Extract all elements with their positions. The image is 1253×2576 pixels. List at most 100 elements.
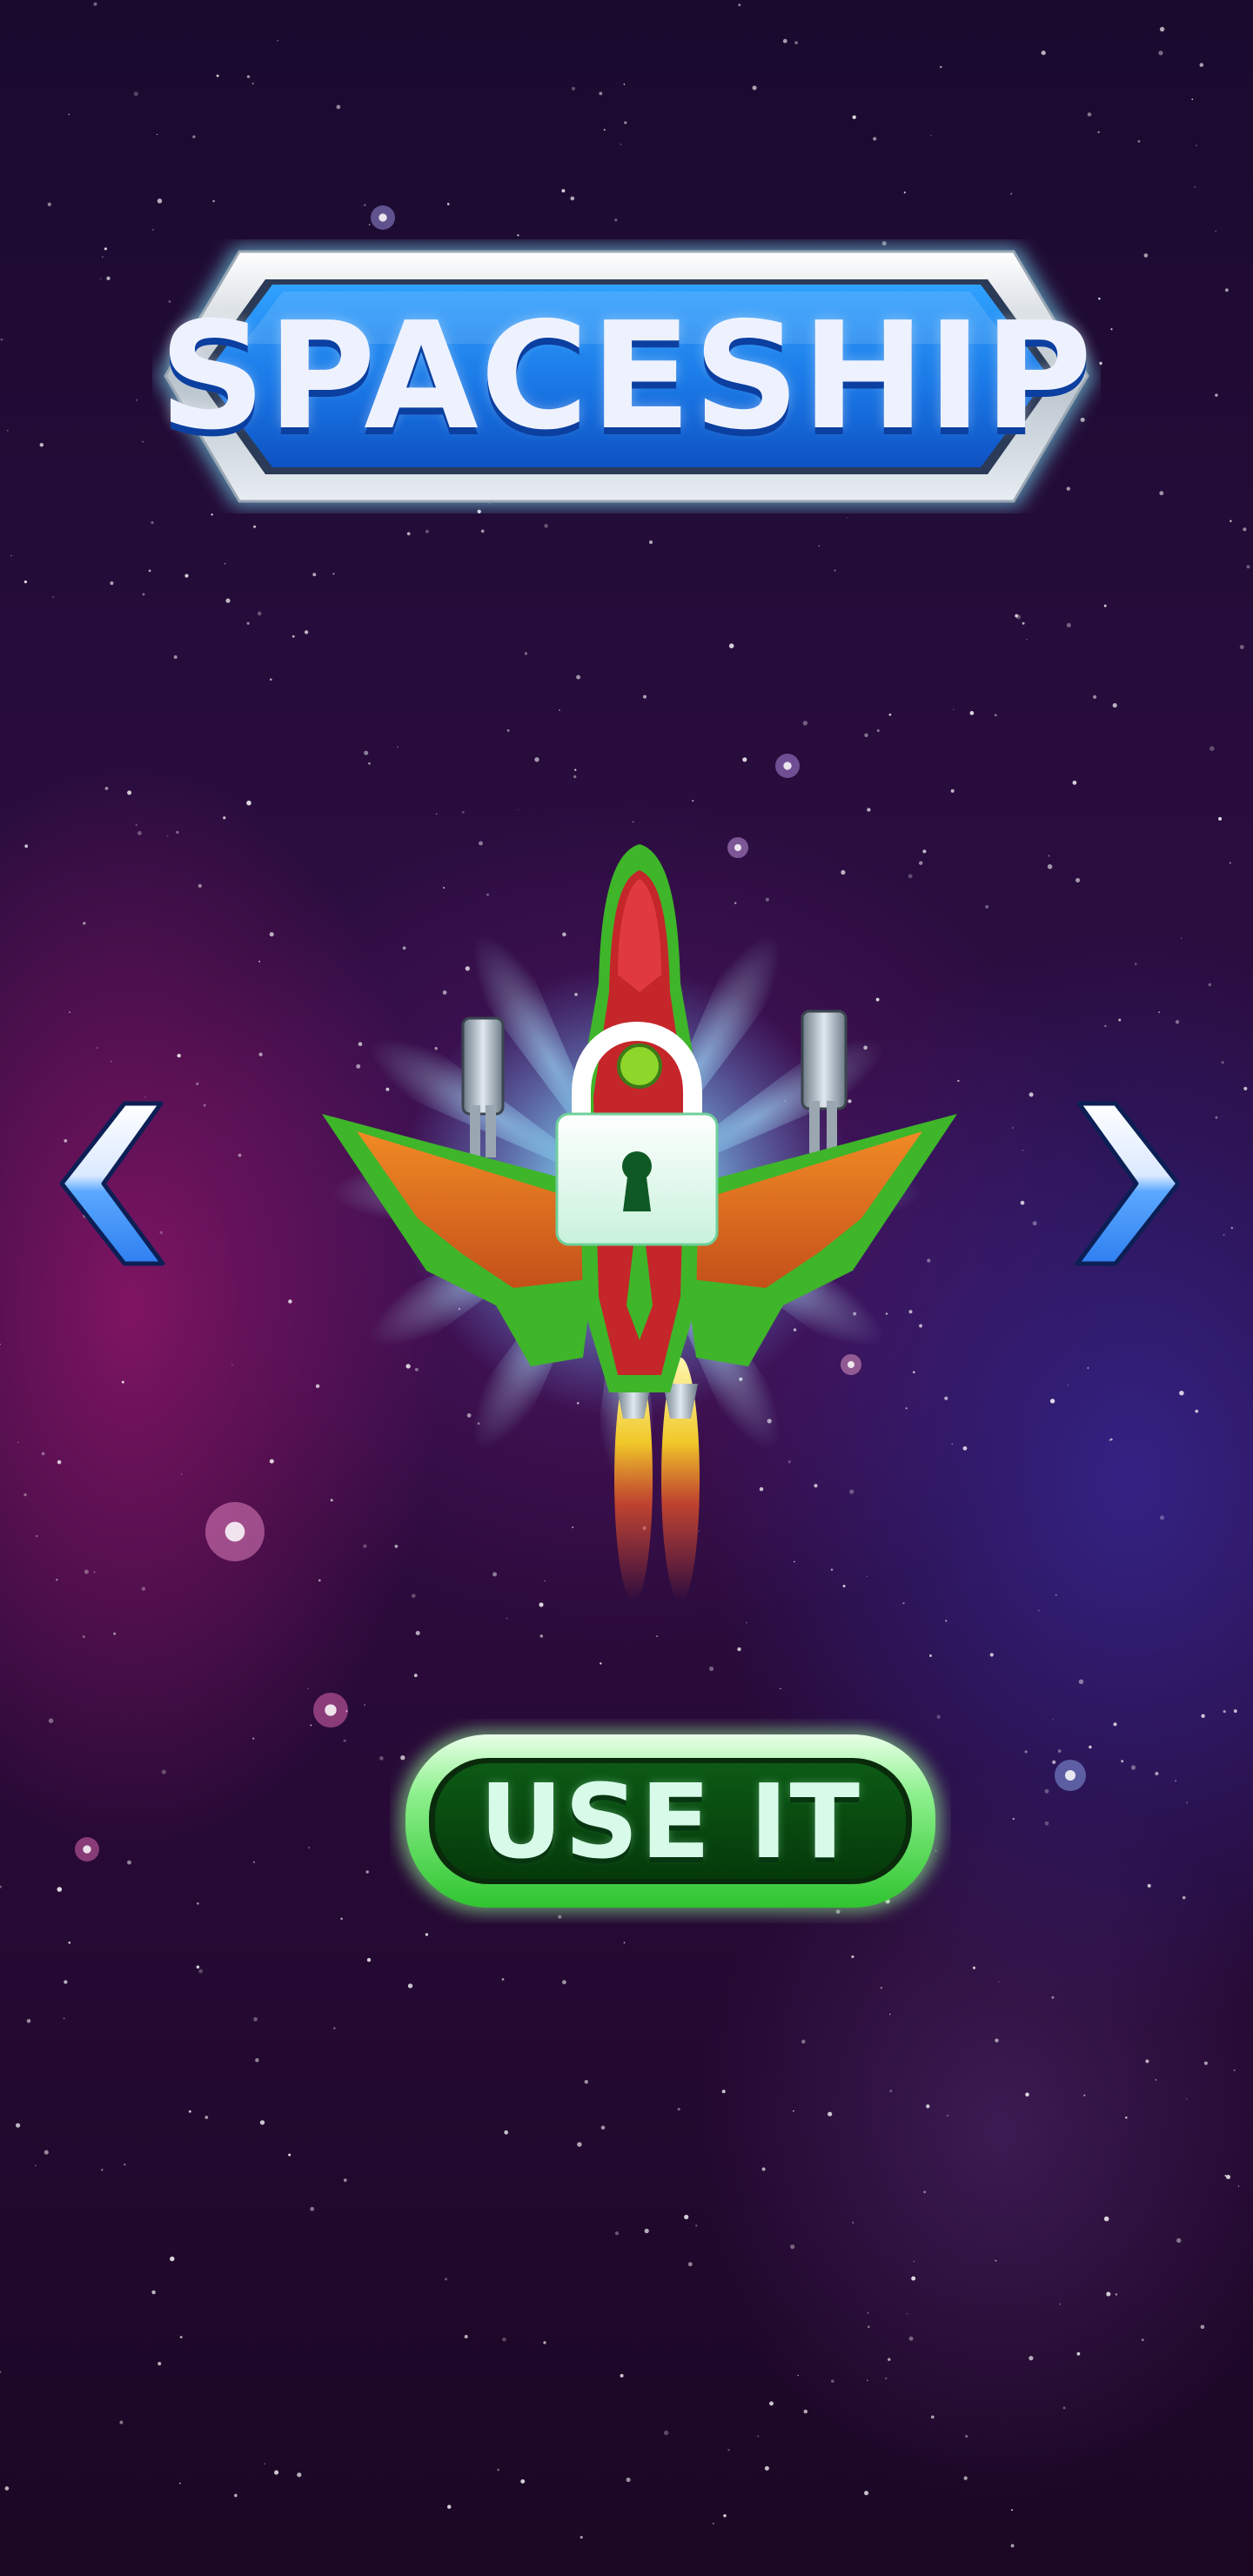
star bbox=[544, 523, 548, 528]
star bbox=[888, 2358, 891, 2361]
star bbox=[1026, 639, 1028, 641]
star bbox=[142, 593, 145, 596]
star bbox=[188, 2110, 191, 2113]
star bbox=[888, 2013, 891, 2016]
star bbox=[852, 115, 856, 119]
star bbox=[17, 1441, 19, 1443]
star bbox=[177, 1053, 181, 1058]
star bbox=[1185, 2098, 1188, 2100]
star bbox=[1159, 26, 1165, 32]
star bbox=[1022, 621, 1025, 625]
star bbox=[576, 674, 581, 680]
star bbox=[1182, 1895, 1186, 1900]
star bbox=[246, 621, 250, 625]
star bbox=[1145, 2059, 1149, 2063]
star bbox=[1041, 50, 1046, 56]
star bbox=[574, 768, 577, 771]
star bbox=[151, 2290, 156, 2295]
star bbox=[56, 1579, 58, 1581]
star bbox=[880, 1986, 883, 1989]
star bbox=[197, 1902, 199, 1905]
star bbox=[133, 91, 138, 97]
star bbox=[121, 1380, 124, 1384]
star bbox=[255, 2058, 259, 2063]
star bbox=[1194, 185, 1196, 188]
star bbox=[4, 2486, 10, 2491]
star bbox=[1230, 520, 1232, 522]
star bbox=[1175, 1020, 1180, 1024]
star bbox=[1147, 1883, 1151, 1888]
star bbox=[1243, 527, 1247, 532]
star bbox=[1104, 1024, 1107, 1028]
star bbox=[102, 256, 104, 258]
star bbox=[1011, 2509, 1013, 2512]
star bbox=[1052, 1760, 1056, 1764]
star bbox=[599, 91, 603, 96]
star bbox=[1179, 1390, 1184, 1396]
star bbox=[1200, 2324, 1205, 2330]
star bbox=[868, 2325, 870, 2328]
star bbox=[600, 2125, 606, 2130]
star bbox=[223, 816, 226, 820]
star bbox=[1181, 937, 1183, 939]
star bbox=[104, 247, 107, 251]
star bbox=[446, 203, 450, 205]
star bbox=[1186, 1801, 1189, 1804]
star bbox=[497, 2468, 499, 2472]
star bbox=[1025, 2092, 1029, 2097]
star bbox=[333, 2027, 336, 2029]
star bbox=[124, 2163, 126, 2166]
star bbox=[502, 2337, 506, 2342]
star bbox=[151, 521, 154, 525]
star bbox=[543, 2341, 546, 2345]
star bbox=[1233, 1709, 1237, 1714]
star bbox=[225, 598, 231, 603]
page-title: SPACESHIP bbox=[158, 290, 1095, 463]
star bbox=[446, 2505, 452, 2509]
star bbox=[1057, 1749, 1062, 1753]
star bbox=[274, 2470, 279, 2475]
use-it-button[interactable]: USE IT bbox=[390, 1719, 951, 1923]
star bbox=[176, 830, 179, 835]
star bbox=[1109, 1439, 1111, 1441]
star bbox=[801, 2039, 806, 2044]
star bbox=[1134, 963, 1137, 965]
star bbox=[793, 2110, 794, 2112]
glow-star-core bbox=[83, 1845, 91, 1854]
star bbox=[104, 786, 109, 790]
star bbox=[769, 2401, 774, 2406]
star bbox=[127, 790, 132, 795]
star bbox=[764, 2465, 769, 2471]
star bbox=[257, 611, 262, 616]
star bbox=[1246, 565, 1250, 569]
star bbox=[1075, 877, 1081, 882]
star bbox=[253, 525, 257, 528]
star bbox=[506, 729, 510, 732]
star bbox=[436, 813, 438, 815]
title-banner: SPACESHIP bbox=[152, 239, 1101, 513]
star bbox=[407, 1983, 413, 1989]
star bbox=[864, 733, 868, 737]
star bbox=[173, 654, 178, 660]
star bbox=[524, 652, 528, 655]
star bbox=[950, 788, 955, 793]
star bbox=[1159, 491, 1164, 496]
star bbox=[0, 338, 3, 341]
star bbox=[752, 85, 757, 91]
star bbox=[1010, 192, 1013, 195]
star bbox=[161, 1769, 166, 1774]
star bbox=[1112, 703, 1117, 708]
star bbox=[212, 199, 215, 203]
star bbox=[1229, 862, 1231, 864]
star bbox=[1055, 1594, 1057, 1596]
star bbox=[906, 2313, 908, 2315]
star bbox=[930, 2415, 935, 2419]
star bbox=[1237, 2185, 1240, 2187]
star bbox=[517, 809, 519, 811]
previous-ship-button[interactable] bbox=[57, 1097, 170, 1271]
next-ship-button[interactable] bbox=[1070, 1097, 1183, 1271]
star bbox=[947, 2115, 948, 2116]
star bbox=[379, 1756, 384, 1761]
star bbox=[425, 529, 429, 533]
star bbox=[1158, 1011, 1161, 1014]
